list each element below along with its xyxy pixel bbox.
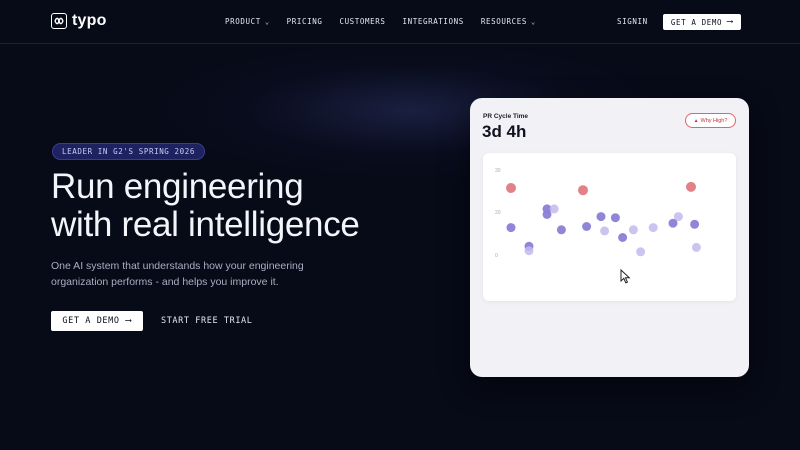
hero-subtext: One AI system that understands how your … bbox=[51, 260, 304, 288]
scatter-point[interactable] bbox=[668, 218, 678, 228]
nav-item-pricing[interactable]: PRICING bbox=[287, 17, 323, 26]
scatter-point[interactable] bbox=[618, 233, 628, 242]
scatter-point[interactable] bbox=[578, 185, 588, 196]
nav-item-label: INTEGRATIONS bbox=[402, 17, 464, 26]
nav-item-resources[interactable]: RESOURCES ⌄ bbox=[481, 17, 536, 26]
chevron-down-icon: ⌄ bbox=[530, 17, 536, 26]
chevron-down-icon: ⌄ bbox=[264, 17, 270, 26]
logo[interactable]: typo bbox=[51, 12, 107, 30]
scatter-point[interactable] bbox=[600, 226, 610, 236]
y-tick-label: 20 bbox=[495, 210, 501, 216]
scatter-point[interactable] bbox=[556, 225, 566, 235]
scatter-svg: 30 20 0 bbox=[495, 168, 701, 259]
scatter-point[interactable] bbox=[549, 204, 559, 214]
y-tick-label: 30 bbox=[495, 168, 501, 174]
scatter-point[interactable] bbox=[686, 181, 696, 192]
nav-item-label: CUSTOMERS bbox=[339, 17, 386, 26]
nav-menu: PRODUCT ⌄ PRICING CUSTOMERS INTEGRATIONS… bbox=[225, 17, 536, 26]
nav-item-label: PRODUCT bbox=[225, 17, 261, 26]
scatter-point[interactable] bbox=[610, 213, 620, 223]
scatter-plot: 30 20 0 bbox=[483, 153, 736, 301]
scatter-point[interactable] bbox=[648, 223, 658, 233]
arrow-right-icon: ⟶ bbox=[125, 315, 132, 326]
y-tick-label: 0 bbox=[495, 253, 498, 259]
nav-get-demo-button[interactable]: GET A DEMO ⟶ bbox=[663, 14, 741, 30]
logo-mark-icon bbox=[51, 13, 67, 29]
nav-item-customers[interactable]: CUSTOMERS bbox=[339, 17, 385, 26]
top-nav: typo PRODUCT ⌄ PRICING CUSTOMERS INTEGRA… bbox=[0, 0, 800, 44]
hero-get-demo-button[interactable]: GET A DEMO ⟶ bbox=[51, 311, 143, 331]
scatter-point[interactable] bbox=[506, 183, 516, 193]
scatter-point[interactable] bbox=[690, 219, 700, 229]
g2-badge: LEADER IN G2'S SPRING 2026 bbox=[52, 143, 205, 160]
triangle-up-icon: ▲ bbox=[693, 117, 699, 124]
nav-item-label: RESOURCES bbox=[480, 17, 527, 26]
scatter-point[interactable] bbox=[524, 246, 534, 256]
why-high-button[interactable]: ▲ Why High? bbox=[685, 113, 736, 128]
why-high-label: Why High? bbox=[700, 117, 728, 124]
signin-link[interactable]: SIGNIN bbox=[617, 17, 648, 26]
scatter-point[interactable] bbox=[542, 209, 552, 219]
scatter-point[interactable] bbox=[628, 225, 638, 235]
nav-get-demo-label: GET A DEMO bbox=[670, 17, 723, 27]
scatter-point[interactable] bbox=[582, 222, 592, 231]
card-metric-label: PR Cycle Time bbox=[483, 113, 529, 120]
nav-item-product[interactable]: PRODUCT ⌄ bbox=[225, 17, 270, 26]
scatter-point[interactable] bbox=[596, 212, 606, 222]
scatter-point[interactable] bbox=[636, 247, 646, 257]
headline-line-1: Run engineering bbox=[51, 167, 304, 206]
arrow-right-icon: ⟶ bbox=[727, 16, 734, 27]
headline-line-2: with real intelligence bbox=[51, 205, 360, 244]
start-free-trial-link[interactable]: START FREE TRIAL bbox=[161, 316, 252, 326]
nav-item-label: PRICING bbox=[286, 17, 323, 26]
nav-item-integrations[interactable]: INTEGRATIONS bbox=[403, 17, 464, 26]
mouse-pointer-icon bbox=[620, 269, 631, 284]
scatter-point[interactable] bbox=[691, 242, 701, 252]
logo-text: typo bbox=[72, 12, 107, 29]
scatter-point[interactable] bbox=[506, 223, 516, 233]
hero-headline: Run engineering with real intelligence bbox=[51, 168, 360, 244]
card-metric-value: 3d 4h bbox=[482, 122, 527, 141]
pr-cycle-time-card: PR Cycle Time 3d 4h ▲ Why High? 30 20 0 bbox=[470, 98, 749, 377]
hero-get-demo-label: GET A DEMO bbox=[62, 316, 120, 326]
